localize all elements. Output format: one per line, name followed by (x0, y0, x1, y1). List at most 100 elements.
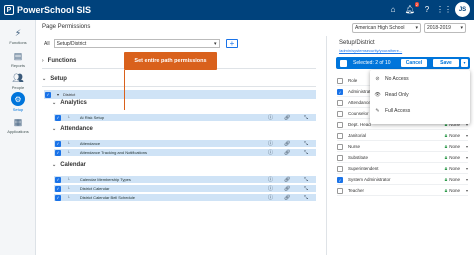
right-panel-path-link[interactable]: /admin/systemsecurity/yourathere... (339, 48, 402, 53)
menu-item-full-access[interactable]: ✎ Full Access (374, 108, 410, 114)
section-functions[interactable]: › Functions (42, 58, 76, 64)
filter-all-label[interactable]: All (44, 41, 50, 47)
role-row[interactable]: Teacher 🔒︎ None ▾ (337, 186, 468, 196)
permission-select[interactable]: 🔒︎ None (445, 155, 460, 161)
role-row[interactable]: Nurse 🔒︎ None ▾ (337, 142, 468, 152)
pencil-icon: ✎ (375, 108, 380, 114)
expand-icon[interactable]: ⤡ (304, 115, 308, 121)
tree-elbow-icon: └ (67, 150, 70, 155)
menu-item-no-access[interactable]: ⊘ No Access (374, 76, 408, 82)
row-checkbox[interactable]: ✓ (55, 140, 61, 147)
avatar[interactable]: JS (455, 2, 470, 17)
school-select[interactable]: American High School ▾ (352, 23, 421, 33)
link-icon[interactable]: 🔗︎ (284, 115, 290, 121)
year-select[interactable]: 2018-2019 ▾ (424, 23, 466, 33)
expand-icon[interactable]: ⤡ (304, 150, 308, 156)
role-checkbox[interactable] (337, 143, 343, 150)
chevron-down-icon: ▾ (465, 144, 468, 149)
role-checkbox[interactable] (337, 132, 343, 139)
year-select-value: 2018-2019 (427, 25, 451, 31)
role-name: Teacher (348, 188, 365, 193)
permission-select[interactable]: 🔒︎ None (445, 177, 460, 183)
info-icon[interactable]: ⓘ (268, 149, 273, 156)
role-row[interactable]: ✓ System Administrator 🔒︎ None ▾ (337, 175, 468, 185)
permission-select[interactable]: 🔒︎ None (445, 133, 460, 139)
add-button[interactable]: + (226, 39, 238, 48)
section-analytics[interactable]: ⌄ Analytics (52, 100, 87, 106)
nav-item-label: Functions (9, 40, 27, 45)
permission-select[interactable]: 🔒︎ None (445, 188, 460, 194)
table-row[interactable]: ✓ └ At Risk Setup ⓘ 🔗︎ ⤡ (54, 114, 316, 122)
role-row[interactable]: Substitute 🔒︎ None ▾ (337, 153, 468, 163)
table-row[interactable]: ✓ └ District Calendar Bell Schedule ⓘ 🔗︎… (54, 194, 316, 202)
save-button[interactable]: Save (433, 59, 459, 67)
section-calendar[interactable]: ⌄ Calendar (52, 162, 86, 168)
nav-item-people[interactable]: 👥︎ People (0, 72, 36, 91)
row-checkbox[interactable]: ✓ (55, 185, 61, 192)
row-checkbox[interactable]: ✓ (55, 176, 61, 183)
expand-icon[interactable]: ⤡ (304, 186, 308, 192)
help-icon[interactable]: ? (421, 4, 433, 16)
link-icon[interactable]: 🔗︎ (284, 141, 290, 147)
permission-value: None (449, 155, 460, 160)
info-icon[interactable]: ⓘ (268, 140, 273, 147)
chevron-down-icon: ⌄ (52, 162, 57, 168)
table-row[interactable]: ✓ └ Calendar Membership Types ⓘ 🔗︎ ⤡ (54, 176, 316, 184)
row-checkbox[interactable]: ✓ (55, 194, 61, 201)
link-icon[interactable]: 🔗︎ (284, 195, 290, 201)
role-checkbox[interactable] (337, 121, 343, 128)
nav-item-setup[interactable]: ⚙ Setup (0, 92, 36, 112)
lock-icon: 🔒︎ (444, 176, 448, 183)
role-checkbox[interactable] (337, 99, 343, 106)
row-checkbox[interactable]: ✓ (55, 149, 61, 156)
role-checkbox[interactable] (337, 165, 343, 172)
nav-item-functions[interactable]: ⚡︎ Functions (0, 27, 36, 46)
lock-icon: 🔒︎ (444, 165, 448, 172)
section-setup[interactable]: ⌄ Setup (42, 76, 67, 82)
role-checkbox[interactable]: ✓ (337, 88, 343, 95)
info-icon[interactable]: ⓘ (268, 176, 273, 183)
brand[interactable]: P PowerSchool SIS (4, 5, 91, 15)
menu-item-label: Full Access (385, 108, 411, 114)
apps-grid-icon[interactable]: ⋮⋮ (436, 4, 452, 16)
info-icon[interactable]: ⓘ (268, 114, 273, 121)
path-filter-select[interactable]: Setup/District ▾ (53, 39, 220, 48)
table-row[interactable]: ✓ └ Attendance ⓘ 🔗︎ ⤡ (54, 140, 316, 148)
nav-item-applications[interactable]: ▦ Applications (0, 116, 36, 135)
link-icon[interactable]: 🔗︎ (284, 150, 290, 156)
tree-elbow-icon: └ (67, 141, 70, 146)
row-checkbox[interactable]: ✓ (55, 114, 61, 121)
select-all-checkbox[interactable] (340, 59, 347, 67)
expand-icon[interactable]: ⤡ (304, 141, 308, 147)
section-attendance[interactable]: ⌄ Attendance (52, 126, 93, 132)
role-checkbox[interactable] (337, 154, 343, 161)
role-checkbox[interactable] (337, 77, 343, 84)
chevron-right-icon: › (42, 58, 44, 64)
tree-elbow-icon: └ (67, 195, 70, 200)
cancel-button[interactable]: Cancel (401, 59, 427, 67)
permission-value: None (449, 133, 460, 138)
expand-icon[interactable]: ⤡ (304, 195, 308, 201)
bell-icon[interactable]: 🔔︎ 2 (404, 1, 419, 16)
table-row[interactable]: ✓ └ Attendance Tracking and Notification… (54, 149, 316, 157)
expand-icon[interactable]: ⤡ (304, 177, 308, 183)
menu-item-read-only[interactable]: 👁︎ Read Only (374, 92, 408, 98)
role-row[interactable]: Superintendent 🔒︎ None ▾ (337, 164, 468, 174)
role-checkbox[interactable]: ✓ (337, 176, 343, 183)
table-row[interactable]: ✓ └ District Calendar ⓘ 🔗︎ ⤡ (54, 185, 316, 193)
link-icon[interactable]: 🔗︎ (284, 186, 290, 192)
permission-select[interactable]: 🔒︎ None (445, 144, 460, 150)
role-checkbox[interactable] (337, 110, 343, 117)
district-checkbox[interactable]: ✓ (45, 91, 51, 98)
role-checkbox[interactable] (337, 187, 343, 194)
chevron-down-icon: ▾ (214, 40, 217, 47)
role-row[interactable]: Janitorial 🔒︎ None ▾ (337, 131, 468, 141)
save-dropdown-toggle[interactable]: ▾ (461, 59, 468, 67)
info-icon[interactable]: ⓘ (268, 194, 273, 201)
info-icon[interactable]: ⓘ (268, 185, 273, 192)
nav-item-reports[interactable]: ▤ Reports (0, 50, 36, 69)
link-icon[interactable]: 🔗︎ (284, 177, 290, 183)
tree-row-district[interactable]: ✓ ▾ District (44, 90, 316, 99)
home-icon[interactable]: ⌂ (387, 4, 399, 16)
permission-select[interactable]: 🔒︎ None (445, 166, 460, 172)
